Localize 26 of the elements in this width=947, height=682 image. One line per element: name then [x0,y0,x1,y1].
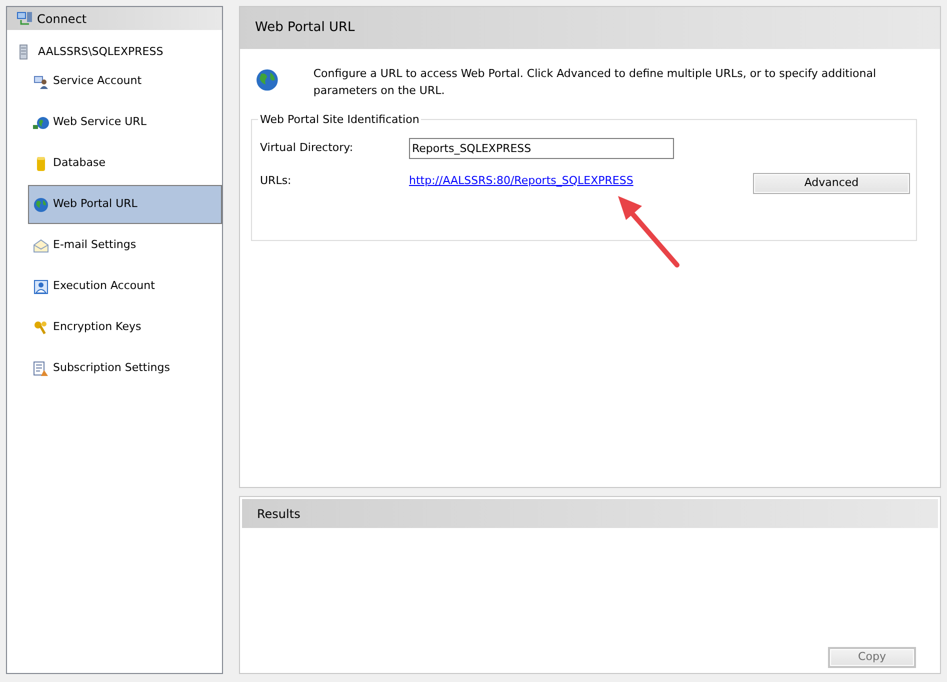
globe-icon [33,114,49,130]
sidebar-item[interactable]: Service Account [28,62,222,101]
envelope-icon [33,238,49,254]
field-label: URLs: [260,172,292,189]
sidebar-item[interactable]: Web Service URL [28,103,222,142]
users-icon [33,74,49,90]
sidebar-item[interactable]: Encryption Keys [28,308,222,347]
results-title: Results [257,506,300,522]
panel-title: Web Portal URL [255,19,355,38]
field-label: Virtual Directory: [260,140,354,156]
keys-icon [33,320,49,336]
header-title: Connect [37,10,87,28]
advanced-button[interactable]: Advanced [753,173,910,194]
globe-icon [33,196,49,212]
sidebar-item[interactable]: Database [28,144,222,183]
user-icon [33,278,49,294]
sidebar-item[interactable]: Web Portal URL [28,185,222,224]
url-link[interactable]: http://AALSSRS:80/Reports_SQLEXPRESS [409,172,634,190]
document-icon [33,360,49,376]
server-name: AALSSRS\SQLEXPRESS [38,44,164,60]
virtual-directory-field[interactable]: Reports_SQLEXPRESS [409,138,674,159]
sidebar-item[interactable]: Subscription Settings [28,349,222,388]
sidebar-item[interactable]: Execution Account [28,267,222,306]
computers-icon [17,10,33,26]
sidebar-item[interactable]: E-mail Settings [28,226,222,265]
description-text: Configure a URL to access Web Portal. Click Advanced to define multiple URLs, or to specify additional parameters on the URL. [313,66,878,98]
